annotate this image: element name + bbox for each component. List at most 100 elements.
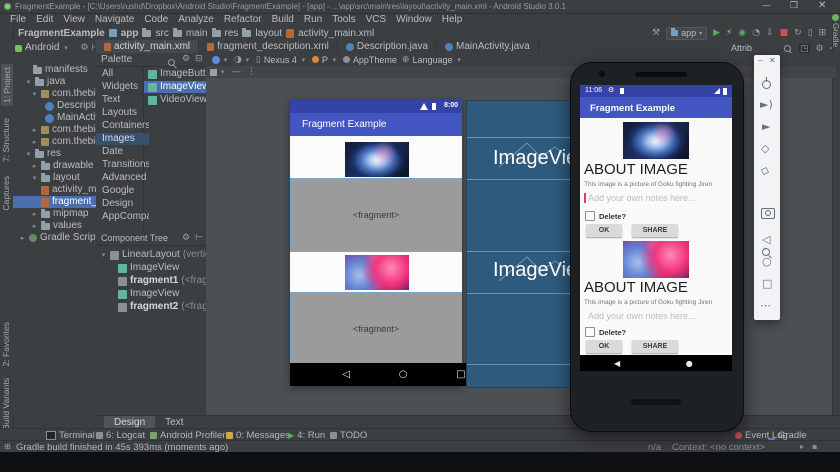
- emu-checkbox-2[interactable]: [585, 327, 595, 337]
- home-icon[interactable]: ○: [399, 369, 408, 380]
- collapse-icon[interactable]: ⊢: [92, 42, 95, 54]
- preview-fragment-2[interactable]: <fragment>: [290, 292, 462, 365]
- emulator-close-icon[interactable]: ✕: [769, 56, 776, 65]
- menu-tools[interactable]: Tools: [327, 14, 360, 25]
- attach-debugger-icon[interactable]: ⇩: [766, 28, 774, 38]
- breadcrumb-res[interactable]: res: [225, 28, 239, 39]
- tree-item-package-androidtest[interactable]: ▸com.thebioneer.fragmentex: [13, 124, 97, 136]
- tree-item-values[interactable]: ▸values: [13, 220, 97, 232]
- palette-item-imagebutton[interactable]: ImageButton: [144, 68, 210, 80]
- palette-cat-transitions[interactable]: Transitions: [96, 159, 149, 171]
- tree-item-fragment-description-xml[interactable]: fragment_description.xm: [13, 196, 97, 208]
- tree-item-layout[interactable]: ▾layout: [13, 172, 97, 184]
- tree-item-mainactivity-class[interactable]: MainActivity: [13, 112, 97, 124]
- preview-fragment-1[interactable]: <fragment>: [290, 178, 462, 252]
- stripe-tab-structure[interactable]: 7: Structure: [1, 118, 11, 162]
- debug-icon[interactable]: ◉: [738, 28, 746, 38]
- tree-item-package-test[interactable]: ▸com.thebioneer.fragmentex: [13, 136, 97, 148]
- run-config-selector[interactable]: app ▾: [666, 27, 707, 40]
- tree-item-manifests[interactable]: manifests: [13, 64, 97, 76]
- palette-minimize-icon[interactable]: ⊟: [195, 54, 203, 64]
- menu-code[interactable]: Code: [139, 14, 173, 25]
- menu-analyze[interactable]: Analyze: [173, 14, 219, 25]
- overflow-menu-icon[interactable]: ⋮: [247, 67, 256, 77]
- menu-file[interactable]: File: [5, 14, 31, 25]
- orientation-selector[interactable]: ◑▾: [234, 55, 251, 65]
- menu-help[interactable]: Help: [437, 14, 468, 25]
- emu-checkbox-label-1[interactable]: Delete?: [599, 212, 626, 221]
- breadcrumb-layout[interactable]: layout: [255, 28, 282, 39]
- emu-notes-field-2[interactable]: Add your own notes here...: [588, 311, 696, 321]
- palette-cat-containers[interactable]: Containers: [96, 120, 149, 132]
- emu-ctl-back-icon[interactable]: ◁: [762, 234, 770, 245]
- tree-item-drawable[interactable]: ▸drawable: [13, 160, 97, 172]
- palette-cat-layouts[interactable]: Layouts: [96, 107, 149, 119]
- tab-activity-main-xml[interactable]: activity_main.xml: [96, 40, 199, 53]
- rotate-right-icon[interactable]: ◇: [759, 164, 771, 177]
- emu-home-icon[interactable]: ●: [686, 359, 693, 368]
- volume-up-icon[interactable]: ►): [760, 99, 773, 110]
- back-icon[interactable]: ◁: [342, 369, 350, 380]
- settings-icon[interactable]: ⚙: [80, 42, 88, 54]
- menu-navigate[interactable]: Navigate: [90, 14, 139, 25]
- menu-vcs[interactable]: VCS: [361, 14, 392, 25]
- breadcrumb-main[interactable]: main: [186, 28, 208, 39]
- emulator-screen[interactable]: 11:06 ⚙ Fragment Example ABOUT IMAGE Thi…: [580, 85, 732, 371]
- tab-fragment-description-xml[interactable]: fragment_description.xml: [199, 40, 338, 53]
- palette-cat-advanced[interactable]: Advanced: [96, 172, 149, 184]
- menu-run[interactable]: Run: [299, 14, 327, 25]
- palette-gear-icon[interactable]: ⚙: [182, 54, 190, 64]
- more-options-icon[interactable]: ⋯: [760, 300, 771, 311]
- breadcrumb-file[interactable]: activity_main.xml: [298, 28, 374, 39]
- rotate-left-icon[interactable]: ◇: [761, 143, 769, 154]
- palette-cat-text[interactable]: Text: [96, 94, 149, 106]
- palette-cat-widgets[interactable]: Widgets: [96, 81, 149, 93]
- palette-cat-images[interactable]: Images: [96, 133, 149, 145]
- zoom-mode-selector[interactable]: ▾: [210, 68, 226, 76]
- palette-search-icon[interactable]: [168, 59, 177, 68]
- palette-cat-date[interactable]: Date: [96, 146, 149, 158]
- palette-item-videoview[interactable]: VideoView: [144, 94, 210, 106]
- component-tree-minimize-icon[interactable]: ⊢: [195, 233, 203, 243]
- avd-manager-icon[interactable]: ▯: [808, 28, 813, 38]
- emu-share-button-1[interactable]: SHARE: [632, 224, 678, 237]
- preview-imageview-2[interactable]: [345, 255, 409, 290]
- project-view-selector[interactable]: Android ▾ ⚙ ⊢: [15, 42, 95, 54]
- maximize-window-icon[interactable]: ❐: [790, 0, 798, 12]
- menu-window[interactable]: Window: [391, 14, 437, 25]
- recents-icon[interactable]: □: [456, 369, 465, 380]
- emulator-minimize-icon[interactable]: –: [758, 55, 763, 65]
- stripe-tab-captures[interactable]: Captures: [1, 176, 11, 211]
- emu-ctl-overview-icon[interactable]: □: [762, 278, 772, 289]
- tree-item-activity-main-xml[interactable]: activity_main.xml: [13, 184, 97, 196]
- toolwindow-toggle-icon[interactable]: ⊞: [4, 442, 11, 451]
- tab-description-java[interactable]: Description.java: [338, 40, 437, 53]
- palette-cat-all[interactable]: All: [96, 68, 149, 80]
- tree-item-package[interactable]: ▾com.thebioneer.fragmentex: [13, 88, 97, 100]
- emu-share-button-2[interactable]: SHARE: [632, 340, 678, 353]
- palette-cat-appcompat[interactable]: AppCompat: [96, 211, 149, 223]
- tree-item-description-class[interactable]: Description: [13, 100, 97, 112]
- stripe-tab-favorites[interactable]: 2: Favorites: [1, 322, 11, 366]
- tab-mainactivity-java[interactable]: MainActivity.java: [437, 40, 539, 53]
- tree-item-mipmap[interactable]: ▸mipmap: [13, 208, 97, 220]
- tree-item-java[interactable]: ▾java: [13, 76, 97, 88]
- component-tree-gear-icon[interactable]: ⚙: [182, 233, 190, 243]
- tree-item-gradle-scripts[interactable]: ▸Gradle Scripts: [13, 232, 97, 244]
- menu-build[interactable]: Build: [267, 14, 299, 25]
- stop-icon[interactable]: ■: [780, 28, 789, 38]
- breadcrumb-project[interactable]: FragmentExample: [18, 28, 105, 39]
- locale-selector[interactable]: ⊕Language▾: [402, 55, 463, 65]
- tree-item-res[interactable]: ▾res: [13, 148, 97, 160]
- menu-edit[interactable]: Edit: [31, 14, 58, 25]
- palette-cat-design[interactable]: Design: [96, 198, 149, 210]
- theme-selector[interactable]: AppTheme: [343, 55, 397, 65]
- stripe-tab-gradle[interactable]: Gradle: [831, 14, 840, 56]
- run-icon[interactable]: ▶: [713, 28, 720, 38]
- sync-gradle-icon[interactable]: ↻: [794, 28, 802, 38]
- screenshot-camera-icon[interactable]: [761, 208, 775, 219]
- preview-imageview-1[interactable]: [345, 142, 409, 177]
- stripe-tab-build-variants[interactable]: Build Variants: [1, 378, 11, 430]
- emu-checkbox-1[interactable]: [585, 211, 595, 221]
- profiler-icon[interactable]: ◔: [752, 28, 760, 38]
